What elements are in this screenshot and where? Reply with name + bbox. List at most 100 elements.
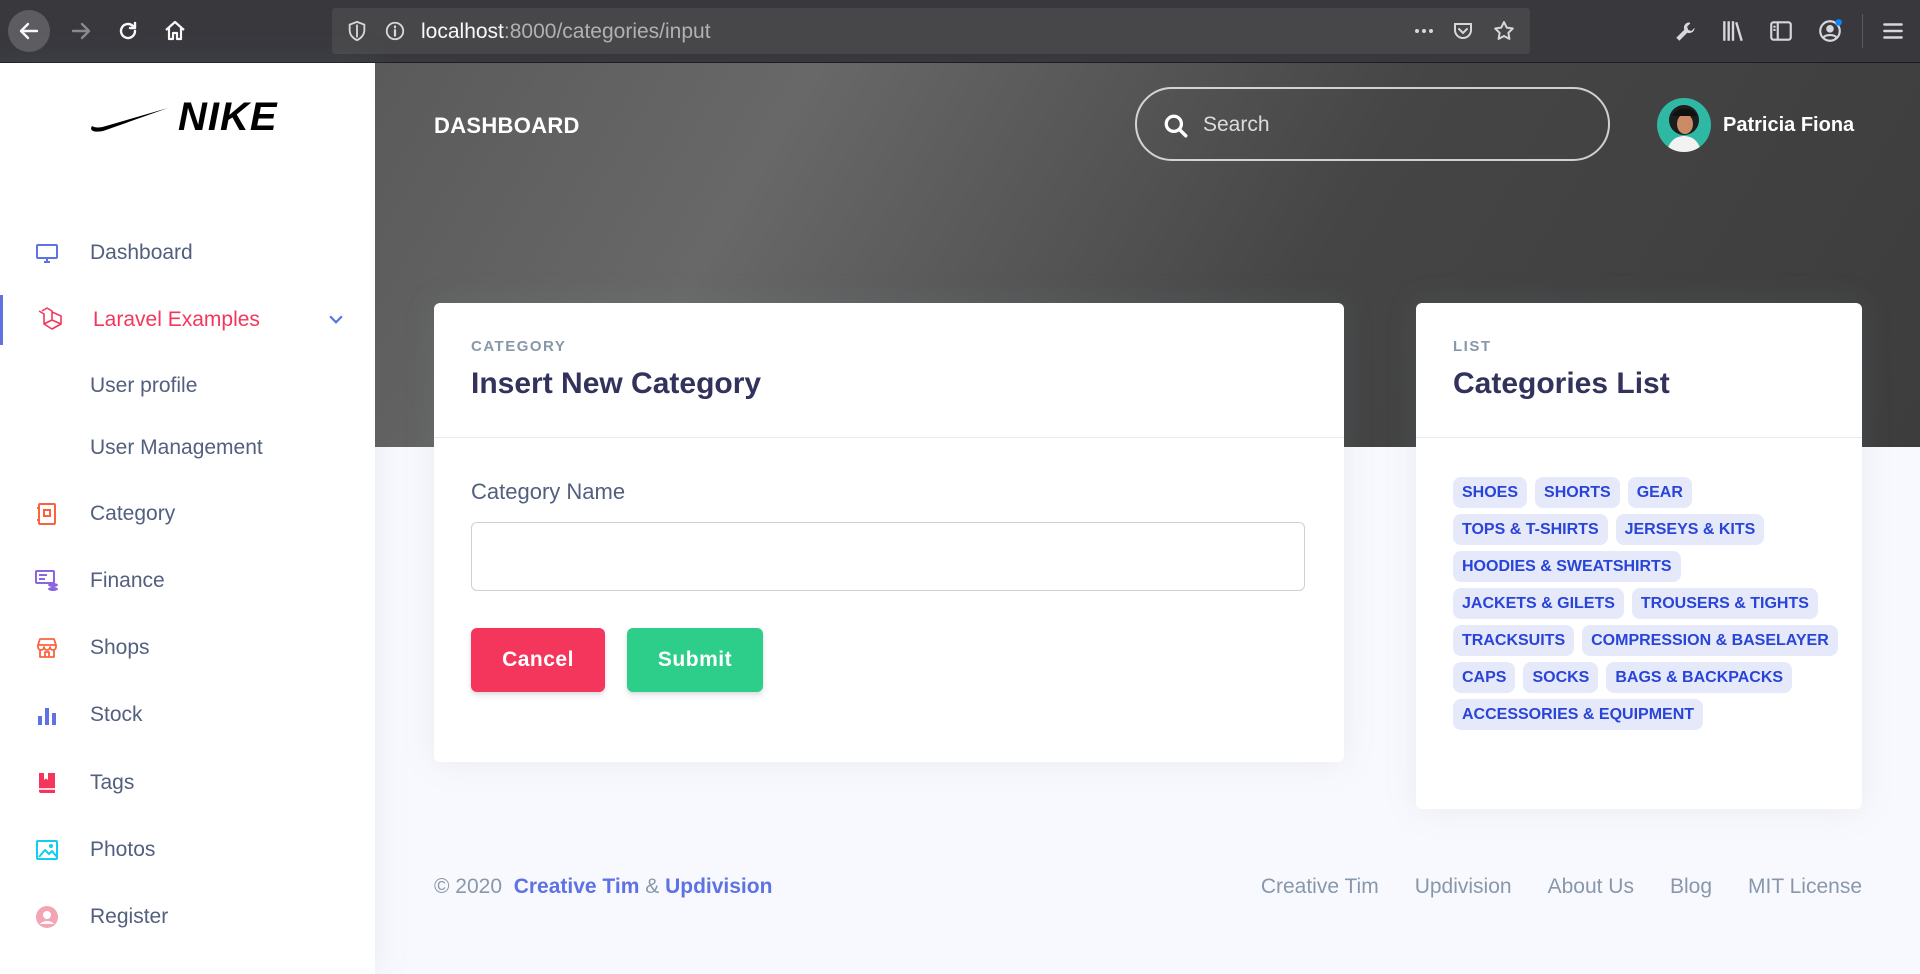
arrow-right-icon bbox=[71, 22, 91, 40]
sidebar-item-label: User profile bbox=[90, 374, 198, 397]
user-menu[interactable]: Patricia Fiona bbox=[1657, 98, 1854, 152]
sidebar-item-label: Shops bbox=[90, 636, 150, 659]
sidebar-item-dashboard[interactable]: Dashboard bbox=[0, 228, 375, 278]
footer-nav: Creative Tim Updivision About Us Blog MI… bbox=[1261, 875, 1862, 899]
card-kicker: LIST bbox=[1453, 338, 1492, 355]
page-title[interactable]: DASHBOARD bbox=[434, 113, 580, 139]
url-text[interactable]: localhost:8000/categories/input bbox=[421, 20, 711, 44]
category-tag[interactable]: SHOES bbox=[1453, 477, 1528, 508]
sidebar-item-label: Photos bbox=[90, 838, 156, 861]
footer-nav-about-us[interactable]: About Us bbox=[1548, 875, 1634, 899]
category-tag[interactable]: SHORTS bbox=[1535, 477, 1620, 508]
url-host: localhost bbox=[421, 20, 504, 43]
forward-button[interactable] bbox=[60, 10, 102, 52]
card-kicker: CATEGORY bbox=[471, 338, 567, 355]
bookmark-star-icon[interactable] bbox=[1492, 19, 1516, 43]
category-tag[interactable]: TRACKSUITS bbox=[1453, 625, 1575, 656]
card-header: LIST Categories List bbox=[1416, 303, 1862, 438]
shop-icon bbox=[34, 635, 60, 661]
category-tags: SHOES SHORTS GEAR TOPS & T-SHIRTS JERSEY… bbox=[1453, 477, 1843, 730]
chevron-down-icon[interactable] bbox=[327, 311, 345, 329]
book-icon bbox=[34, 770, 60, 796]
user-icon bbox=[34, 904, 60, 930]
search-box[interactable] bbox=[1135, 87, 1610, 161]
sidebar-item-label: Finance bbox=[90, 569, 165, 592]
footer-nav-updivision[interactable]: Updivision bbox=[1415, 875, 1512, 899]
sidebar-item-label: Dashboard bbox=[90, 241, 193, 264]
reload-icon bbox=[119, 21, 137, 40]
wrench-icon[interactable] bbox=[1673, 18, 1699, 44]
footer-nav-mit-license[interactable]: MIT License bbox=[1748, 875, 1862, 899]
shield-icon[interactable] bbox=[346, 20, 368, 42]
search-input[interactable] bbox=[1203, 107, 1583, 143]
submit-button[interactable]: Submit bbox=[627, 628, 763, 692]
sidebar: NIKE Dashboard Laravel Examples User pro… bbox=[0, 63, 375, 974]
pocket-icon[interactable] bbox=[1451, 19, 1475, 43]
copyright-text: © 2020 bbox=[434, 875, 503, 898]
sidebar-item-laravel-examples[interactable]: Laravel Examples bbox=[0, 295, 375, 345]
library-icon[interactable] bbox=[1720, 18, 1746, 44]
search-icon bbox=[1164, 114, 1188, 138]
finance-icon bbox=[34, 568, 60, 594]
arrow-left-icon bbox=[19, 22, 39, 40]
footer-link-creative-tim[interactable]: Creative Tim bbox=[514, 875, 640, 898]
category-tag[interactable]: GEAR bbox=[1627, 477, 1692, 508]
category-tag[interactable]: COMPRESSION & BASELAYER bbox=[1582, 625, 1838, 656]
category-name-field[interactable] bbox=[471, 522, 1305, 591]
nike-swoosh-icon bbox=[91, 107, 168, 132]
sidebar-item-photos[interactable]: Photos bbox=[0, 825, 375, 875]
cancel-button[interactable]: Cancel bbox=[471, 628, 605, 692]
menu-icon[interactable] bbox=[1880, 18, 1906, 44]
brand-name: NIKE bbox=[178, 95, 278, 139]
sidebar-toggle-icon[interactable] bbox=[1768, 18, 1794, 44]
home-button[interactable] bbox=[154, 10, 196, 52]
info-icon[interactable] bbox=[384, 20, 406, 42]
avatar bbox=[1657, 98, 1711, 152]
sidebar-item-register[interactable]: Register bbox=[0, 892, 375, 942]
category-tag[interactable]: HOODIES & SWEATSHIRTS bbox=[1453, 551, 1681, 582]
categories-list-card: LIST Categories List SHOES SHORTS GEAR T… bbox=[1416, 303, 1862, 809]
address-bar[interactable]: localhost:8000/categories/input bbox=[332, 8, 1530, 54]
chart-bar-icon bbox=[34, 702, 60, 728]
sidebar-item-tags[interactable]: Tags bbox=[0, 758, 375, 808]
card-header: CATEGORY Insert New Category bbox=[434, 303, 1344, 438]
sidebar-item-shops[interactable]: Shops bbox=[0, 623, 375, 673]
back-button[interactable] bbox=[8, 10, 50, 52]
browser-toolbar: localhost:8000/categories/input bbox=[0, 0, 1920, 63]
sidebar-item-stock[interactable]: Stock bbox=[0, 690, 375, 740]
category-tag[interactable]: CAPS bbox=[1453, 662, 1516, 693]
sidebar-item-label: Tags bbox=[90, 771, 135, 794]
card-title: Insert New Category bbox=[471, 367, 762, 400]
sidebar-item-label: Category bbox=[90, 502, 176, 525]
sidebar-item-finance[interactable]: Finance bbox=[0, 556, 375, 606]
brand-logo[interactable]: NIKE bbox=[90, 95, 278, 140]
image-icon bbox=[34, 837, 60, 863]
category-tag[interactable]: BAGS & BACKPACKS bbox=[1606, 662, 1793, 693]
laravel-icon bbox=[37, 307, 63, 333]
footer-nav-creative-tim[interactable]: Creative Tim bbox=[1261, 875, 1379, 899]
account-icon[interactable] bbox=[1817, 18, 1843, 44]
sidebar-item-label: Laravel Examples bbox=[93, 308, 260, 331]
category-tag[interactable]: SOCKS bbox=[1523, 662, 1599, 693]
sidebar-item-label: User Management bbox=[90, 436, 263, 459]
category-name-label: Category Name bbox=[471, 479, 626, 504]
sidebar-item-user-management[interactable]: User Management bbox=[0, 423, 375, 473]
category-tag[interactable]: JACKETS & GILETS bbox=[1453, 588, 1624, 619]
monitor-icon bbox=[34, 240, 60, 266]
category-tag[interactable]: JERSEYS & KITS bbox=[1615, 514, 1765, 545]
home-icon bbox=[165, 20, 185, 41]
category-icon bbox=[34, 501, 60, 527]
reload-button[interactable] bbox=[107, 10, 149, 52]
category-tag[interactable]: ACCESSORIES & EQUIPMENT bbox=[1453, 699, 1704, 730]
footer-link-updivision[interactable]: Updivision bbox=[665, 875, 772, 898]
footer-nav-blog[interactable]: Blog bbox=[1670, 875, 1712, 899]
sidebar-item-user-profile[interactable]: User profile bbox=[0, 361, 375, 411]
sidebar-item-category[interactable]: Category bbox=[0, 489, 375, 539]
sidebar-item-label: Register bbox=[90, 905, 169, 928]
more-actions-icon[interactable] bbox=[1412, 19, 1436, 43]
category-tag[interactable]: TOPS & T-SHIRTS bbox=[1453, 514, 1608, 545]
category-tag[interactable]: TROUSERS & TIGHTS bbox=[1631, 588, 1818, 619]
main-content: DASHBOARD Patricia Fiona CATEGORY Insert… bbox=[375, 63, 1920, 974]
url-path: :8000/categories/input bbox=[503, 20, 711, 43]
user-name: Patricia Fiona bbox=[1723, 113, 1855, 136]
